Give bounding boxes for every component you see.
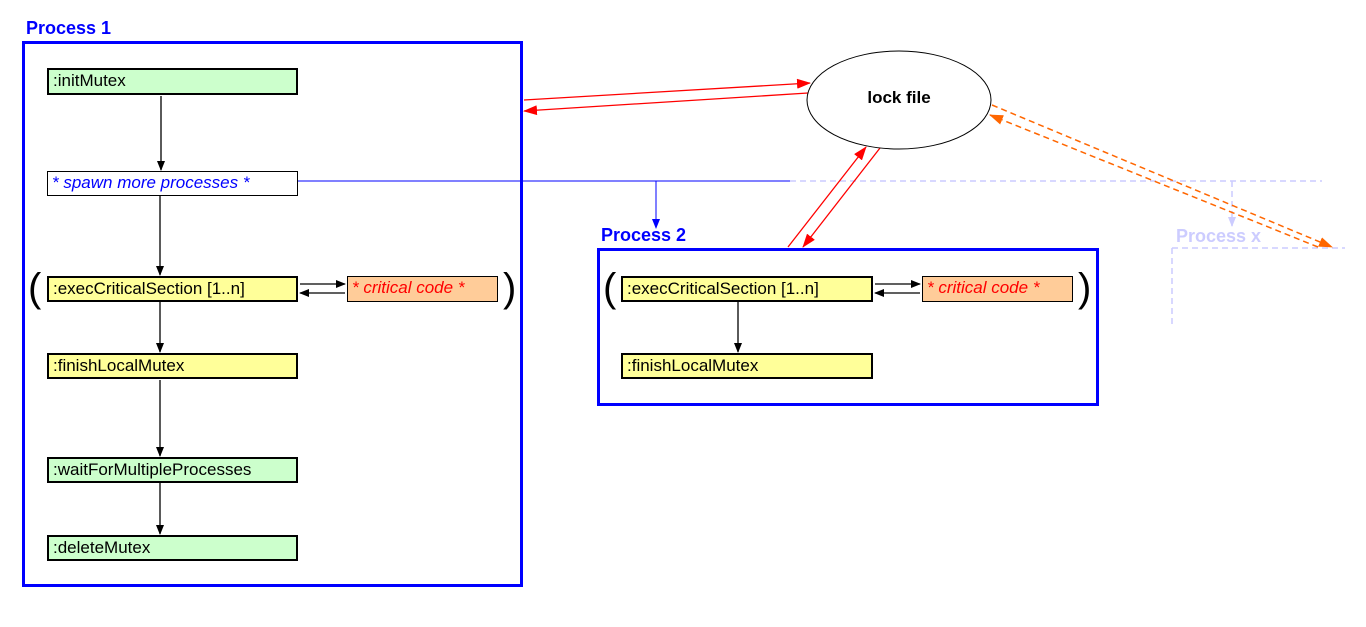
p2-finish-local-mutex-node: :finishLocalMutex bbox=[621, 353, 873, 379]
lock-file: lock file bbox=[867, 88, 931, 107]
process2-label: Process 2 bbox=[601, 225, 687, 245]
paren-open: ( bbox=[603, 266, 617, 310]
paren-close: ) bbox=[503, 266, 517, 310]
paren-close: ) bbox=[1078, 266, 1092, 310]
wait-for-processes-node: :waitForMultipleProcesses bbox=[47, 457, 298, 483]
process1-label: Process 1 bbox=[26, 18, 112, 38]
p2-critical-code-node: * critical code * bbox=[922, 276, 1073, 302]
paren-open: ( bbox=[28, 266, 42, 310]
p2-exec-critical-section-node: :execCriticalSection [1..n] bbox=[621, 276, 873, 302]
critical-code-node: * critical code * bbox=[347, 276, 498, 302]
process1-box bbox=[22, 41, 523, 587]
init-mutex-node: :initMutex bbox=[47, 68, 298, 95]
exec-critical-section-node: :execCriticalSection [1..n] bbox=[47, 276, 298, 302]
processx-label: Process x bbox=[1176, 226, 1262, 246]
spawn-processes-node: * spawn more processes * bbox=[47, 171, 298, 196]
delete-mutex-node: :deleteMutex bbox=[47, 535, 298, 561]
finish-local-mutex-node: :finishLocalMutex bbox=[47, 353, 298, 379]
process2-box bbox=[597, 248, 1099, 406]
